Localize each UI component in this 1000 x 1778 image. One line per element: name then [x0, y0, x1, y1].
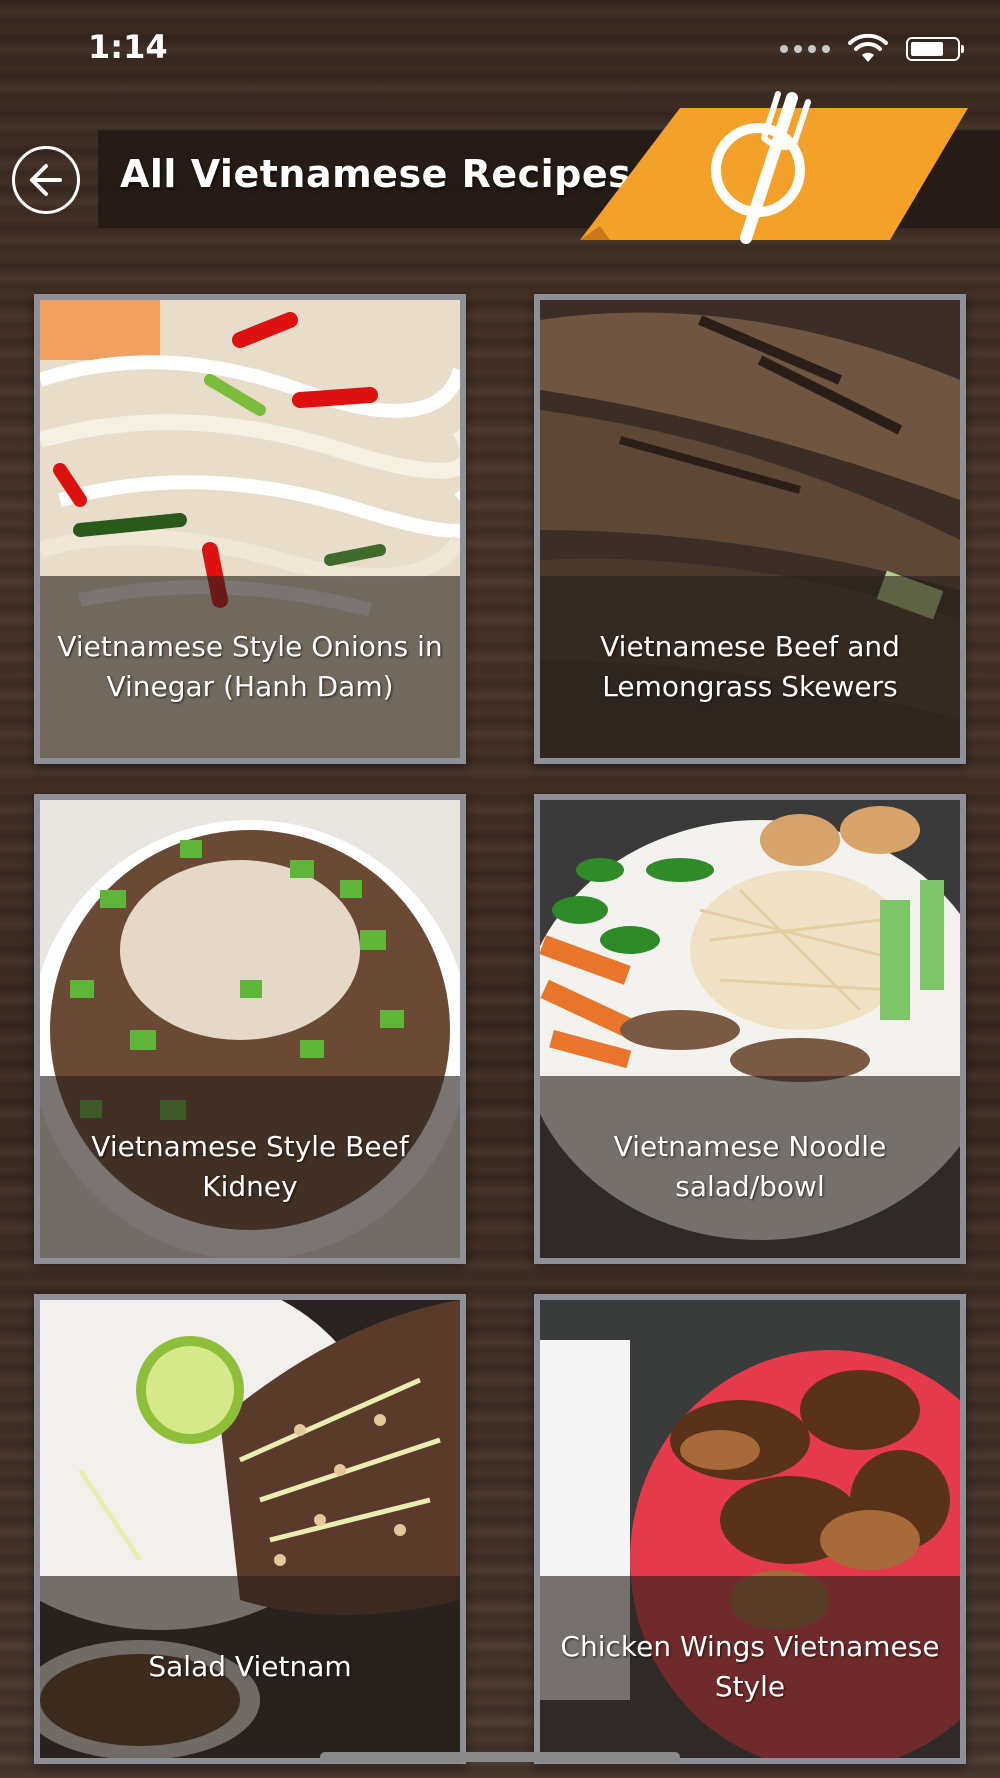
recipe-title-overlay: Vietnamese Style Onions in Vinegar (Hanh… — [40, 576, 460, 758]
recipe-title: Chicken Wings Vietnamese Style — [560, 1630, 940, 1703]
recipe-title-overlay: Chicken Wings Vietnamese Style — [540, 1576, 960, 1758]
recipe-title: Salad Vietnam — [148, 1650, 352, 1683]
recipe-title: Vietnamese Style Beef Kidney — [91, 1130, 409, 1203]
recipe-title: Vietnamese Style Onions in Vinegar (Hanh… — [57, 630, 443, 703]
arrow-left-icon — [30, 164, 62, 196]
recipe-title-overlay: Salad Vietnam — [40, 1576, 460, 1758]
recipe-card[interactable]: Vietnamese Style Onions in Vinegar (Hanh… — [34, 294, 466, 764]
status-bar: 1:14 — [0, 0, 1000, 100]
recipe-card[interactable]: Salad Vietnam — [34, 1294, 466, 1764]
recipe-card[interactable]: Chicken Wings Vietnamese Style — [534, 1294, 966, 1764]
fork-knife-logo-icon — [580, 91, 968, 244]
recipe-title: Vietnamese Noodle salad/bowl — [613, 1130, 887, 1203]
status-time: 1:14 — [88, 28, 168, 66]
recipe-title: Vietnamese Beef and Lemongrass Skewers — [600, 630, 900, 703]
page-title: All Vietnamese Recipes — [120, 152, 632, 196]
recipe-card[interactable]: Vietnamese Beef and Lemongrass Skewers — [534, 294, 966, 764]
recipe-card[interactable]: Vietnamese Noodle salad/bowl — [534, 794, 966, 1264]
battery-icon — [906, 37, 964, 61]
wifi-icon — [848, 34, 888, 62]
home-indicator[interactable] — [320, 1752, 680, 1762]
recipe-title-overlay: Vietnamese Noodle salad/bowl — [540, 1076, 960, 1258]
recipe-card[interactable]: Vietnamese Style Beef Kidney — [34, 794, 466, 1264]
status-icons — [780, 34, 964, 64]
back-button[interactable] — [12, 146, 80, 214]
recipe-title-overlay: Vietnamese Style Beef Kidney — [40, 1076, 460, 1258]
cellular-signal-icon — [780, 45, 830, 53]
recipe-title-overlay: Vietnamese Beef and Lemongrass Skewers — [540, 576, 960, 758]
